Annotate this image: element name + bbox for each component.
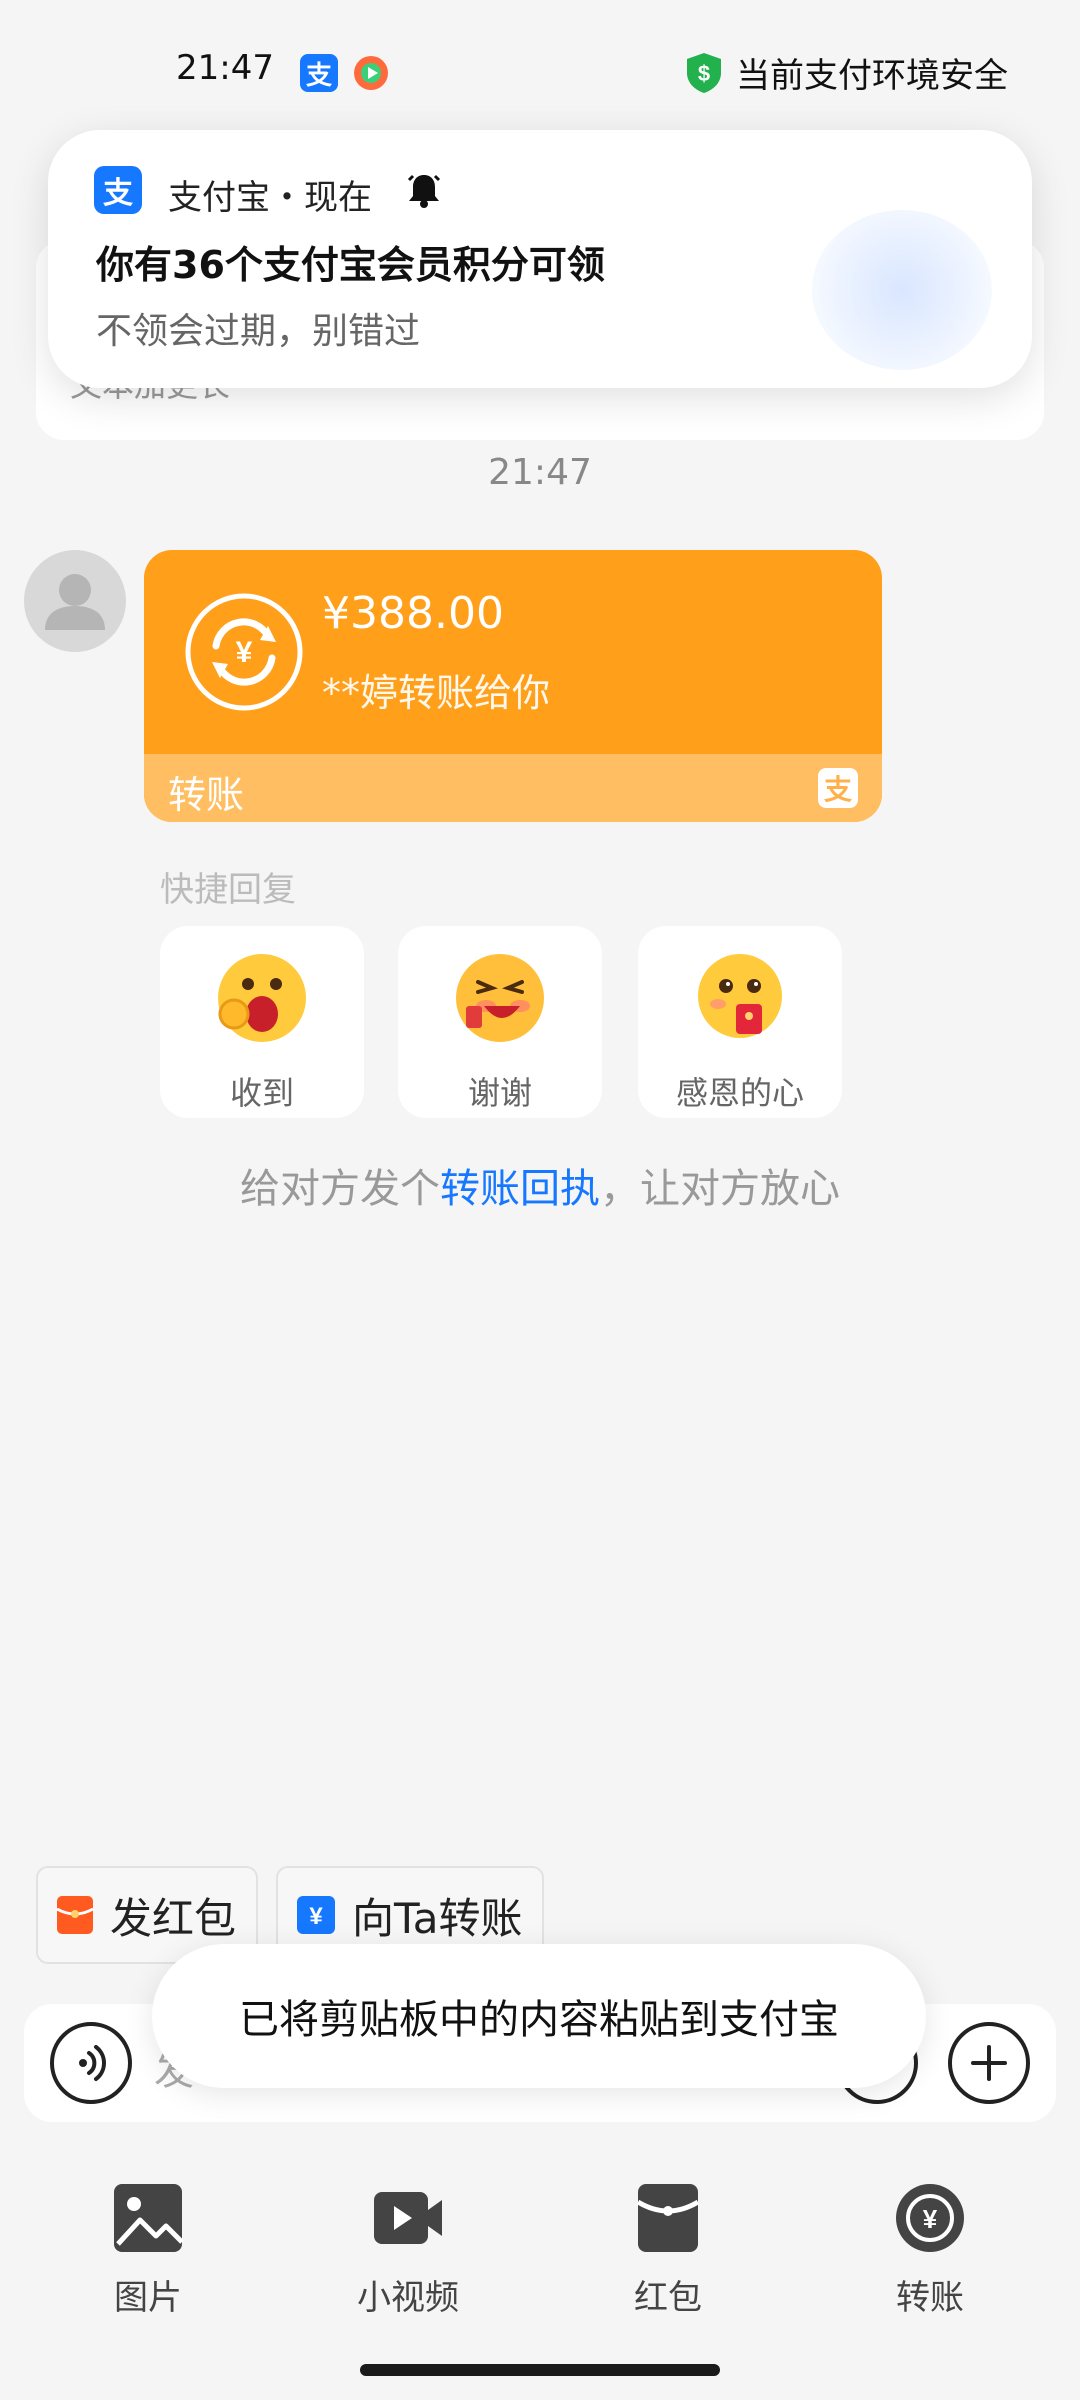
svg-text:¥: ¥ (236, 636, 253, 669)
receipt-hint: 给对方发个转账回执，让对方放心 (0, 1156, 1080, 1214)
notification-body: 不领会过期，别错过 (96, 311, 421, 352)
transfer-description: **婷转账给你 (322, 671, 551, 715)
more-options-button[interactable] (948, 2022, 1030, 2104)
toolbar-transfer-label: 转账 (896, 2278, 964, 2318)
transfer-amount: ¥388.00 (322, 588, 504, 639)
quick-reply-grateful[interactable]: 感恩的心 (638, 926, 842, 1118)
toolbar-transfer[interactable]: ¥ 转账 (840, 2180, 1020, 2319)
push-notification[interactable]: 支 支付宝・现在 你有36个支付宝会员积分可领 不领会过期，别错过 (48, 130, 1032, 388)
video-app-status-icon (352, 54, 390, 96)
alipay-logo-icon: 支 (818, 768, 858, 808)
home-indicator[interactable] (360, 2364, 720, 2376)
quick-reply-label-text: 感恩的心 (675, 1074, 804, 1112)
quick-reply-label: 快捷回复 (160, 870, 296, 910)
shield-icon: $ (687, 52, 721, 93)
quick-reply-received[interactable]: 收到 (160, 926, 364, 1118)
plus-icon (971, 2045, 1007, 2081)
grateful-emoji-icon (690, 948, 790, 1048)
receipt-hint-suffix: ，让对方放心 (600, 1166, 840, 1212)
red-packet-icon (630, 2180, 706, 2256)
voice-icon (79, 2045, 106, 2081)
secure-indicator: $ 当前支付环境安全 (684, 48, 1008, 97)
quick-reply-label-text: 收到 (229, 1074, 294, 1112)
ok-hand-emoji-icon (212, 948, 312, 1048)
red-packet-icon (56, 1896, 94, 1934)
bell-icon (404, 170, 444, 214)
transfer-receipt-link[interactable]: 转账回执 (440, 1166, 600, 1212)
notification-title: 你有36个支付宝会员积分可领 (96, 243, 605, 287)
quick-reply-thanks[interactable]: 谢谢 (398, 926, 602, 1118)
avatar[interactable] (24, 550, 126, 652)
toolbar-red-packet[interactable]: 红包 (578, 2180, 758, 2319)
toolbar-image-label: 图片 (114, 2278, 182, 2318)
transfer-to-ta-label: 向Ta转账 (352, 1893, 523, 1943)
quick-reply-label-text: 谢谢 (467, 1074, 532, 1112)
transfer-footer-label: 转账 (168, 773, 245, 817)
video-icon (370, 2180, 446, 2256)
voice-input-button[interactable] (50, 2022, 132, 2104)
receipt-hint-prefix: 给对方发个 (240, 1166, 440, 1212)
notification-app-name: 支付宝・现在 (168, 178, 372, 218)
alipay-status-icon: 支 (300, 54, 338, 92)
laughing-emoji-icon (450, 948, 550, 1048)
transfer-yuan-square-icon: ¥ (297, 1896, 335, 1934)
toolbar-video-label: 小视频 (357, 2278, 459, 2318)
transfer-card-footer: 转账 支 (144, 754, 882, 822)
toolbar-red-packet-label: 红包 (634, 2278, 702, 2318)
svg-text:$: $ (698, 61, 710, 86)
notification-glow (812, 210, 992, 370)
svg-text:¥: ¥ (923, 2204, 938, 2234)
svg-text:¥: ¥ (309, 1903, 323, 1930)
alipay-app-icon: 支 (94, 166, 142, 214)
send-red-packet-label: 发红包 (110, 1893, 237, 1943)
transfer-yuan-icon: ¥ (184, 592, 304, 712)
status-time: 21:47 (176, 48, 274, 88)
clipboard-toast: 已将剪贴板中的内容粘贴到支付宝 (152, 1944, 926, 2088)
toolbar-image[interactable]: 图片 (58, 2180, 238, 2319)
toolbar-video[interactable]: 小视频 (318, 2180, 498, 2319)
transfer-message-card[interactable]: ¥ ¥388.00 **婷转账给你 转账 支 (144, 550, 882, 822)
transfer-icon: ¥ (892, 2180, 968, 2256)
image-icon (110, 2180, 186, 2256)
secure-text: 当前支付环境安全 (736, 56, 1008, 96)
chat-timestamp: 21:47 (488, 452, 592, 493)
